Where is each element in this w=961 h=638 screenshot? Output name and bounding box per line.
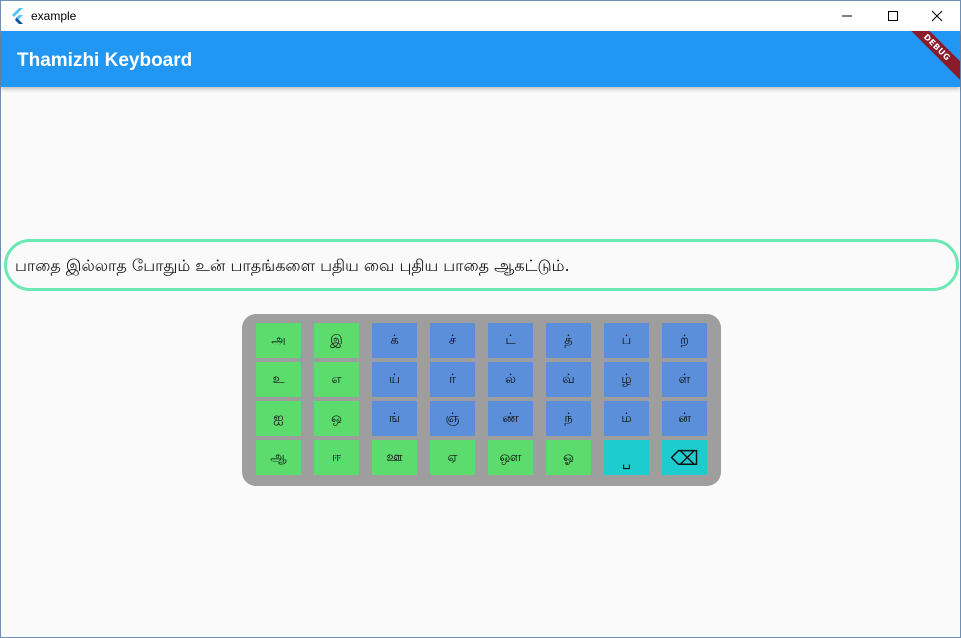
key-label: அ	[271, 332, 286, 348]
backspace-key[interactable]: ⌫	[662, 440, 707, 475]
space-icon: ␣	[622, 453, 631, 470]
page-title: Thamizhi Keyboard	[17, 50, 193, 71]
tamil-text-input[interactable]: பாதை இல்லாத போதும் உன் பாதங்களை பதிய வை …	[4, 239, 959, 291]
app-bar: Thamizhi Keyboard DEBUG	[1, 31, 960, 87]
key-r4-c1[interactable]: ஆ	[256, 440, 301, 475]
key-label: ண்	[502, 410, 519, 426]
key-label: ள்	[678, 371, 691, 387]
key-r1-c7[interactable]: ப்	[604, 323, 649, 358]
key-r2-c5[interactable]: ல்	[488, 362, 533, 397]
key-label: த்	[564, 332, 573, 348]
key-label: ல்	[505, 371, 516, 387]
key-r4-c4[interactable]: ஏ	[430, 440, 475, 475]
close-button[interactable]	[914, 1, 960, 31]
key-r1-c3[interactable]: க்	[372, 323, 417, 358]
key-label: ச்	[448, 332, 457, 348]
key-label: ந்	[564, 410, 573, 426]
app-window: example Thamizhi Keyboard DEBUG பாதை இல்…	[0, 0, 961, 638]
key-r3-c7[interactable]: ம்	[604, 401, 649, 436]
key-label: ஐ	[273, 410, 284, 426]
key-label: ஈ	[331, 449, 342, 465]
key-label: ஒ	[331, 410, 342, 426]
key-r2-c2[interactable]: எ	[314, 362, 359, 397]
key-r1-c8[interactable]: ற்	[662, 323, 707, 358]
key-label: ம்	[621, 410, 632, 426]
maximize-button[interactable]	[870, 1, 916, 31]
key-r4-c6[interactable]: ஓ	[546, 440, 591, 475]
key-label: ஓ	[563, 449, 574, 465]
key-r3-c2[interactable]: ஒ	[314, 401, 359, 436]
key-r2-c3[interactable]: ய்	[372, 362, 417, 397]
key-r3-c4[interactable]: ஞ்	[430, 401, 475, 436]
key-label: ட்	[505, 332, 516, 348]
key-r4-c5[interactable]: ஔ	[488, 440, 533, 475]
key-label: ழ்	[621, 371, 632, 387]
minimize-icon	[842, 15, 852, 17]
key-r2-c8[interactable]: ள்	[662, 362, 707, 397]
flutter-logo-icon	[10, 8, 26, 24]
space-key[interactable]: ␣	[604, 440, 649, 475]
text-input-value: பாதை இல்லாத போதும் உன் பாதங்களை பதிய வை …	[15, 256, 570, 275]
key-r2-c7[interactable]: ழ்	[604, 362, 649, 397]
key-label: ன்	[678, 410, 691, 426]
key-r1-c4[interactable]: ச்	[430, 323, 475, 358]
maximize-icon	[888, 11, 898, 21]
close-icon	[931, 10, 943, 22]
tamil-keyboard: அ இ க் ச் ட் த் ப் ற் உ எ ய் ர் ல் வ் ழ் ள் ஐ ஒ ங் ஞ் ண் ந் ம்…	[242, 314, 721, 486]
key-label: க்	[390, 332, 399, 348]
minimize-button[interactable]	[824, 1, 870, 31]
key-label: இ	[330, 332, 343, 348]
key-r3-c1[interactable]: ஐ	[256, 401, 301, 436]
window-titlebar[interactable]: example	[1, 1, 960, 31]
key-label: வ்	[562, 371, 575, 387]
key-label: ஞ்	[445, 410, 460, 426]
key-label: ங்	[388, 410, 401, 426]
key-label: உ	[272, 371, 285, 387]
key-r1-c1[interactable]: அ	[256, 323, 301, 358]
debug-banner: DEBUG	[900, 31, 960, 84]
key-label: ப்	[621, 332, 632, 348]
key-label: ய்	[388, 371, 401, 387]
key-label: ஏ	[447, 449, 458, 465]
key-label: ர்	[449, 371, 456, 387]
key-r1-c2[interactable]: இ	[314, 323, 359, 358]
key-r4-c3[interactable]: ஊ	[372, 440, 417, 475]
key-r2-c1[interactable]: உ	[256, 362, 301, 397]
key-r3-c5[interactable]: ண்	[488, 401, 533, 436]
backspace-icon: ⌫	[670, 445, 699, 470]
key-r1-c6[interactable]: த்	[546, 323, 591, 358]
key-r3-c6[interactable]: ந்	[546, 401, 591, 436]
key-r3-c3[interactable]: ங்	[372, 401, 417, 436]
key-label: ஆ	[270, 449, 287, 465]
key-label: ற்	[680, 332, 689, 348]
key-r2-c6[interactable]: வ்	[546, 362, 591, 397]
key-r4-c2[interactable]: ஈ	[314, 440, 359, 475]
key-label: ஔ	[499, 449, 522, 465]
window-title: example	[31, 9, 77, 23]
key-label: ஊ	[386, 449, 403, 465]
key-label: எ	[331, 371, 342, 387]
key-r3-c8[interactable]: ன்	[662, 401, 707, 436]
key-r2-c4[interactable]: ர்	[430, 362, 475, 397]
key-r1-c5[interactable]: ட்	[488, 323, 533, 358]
